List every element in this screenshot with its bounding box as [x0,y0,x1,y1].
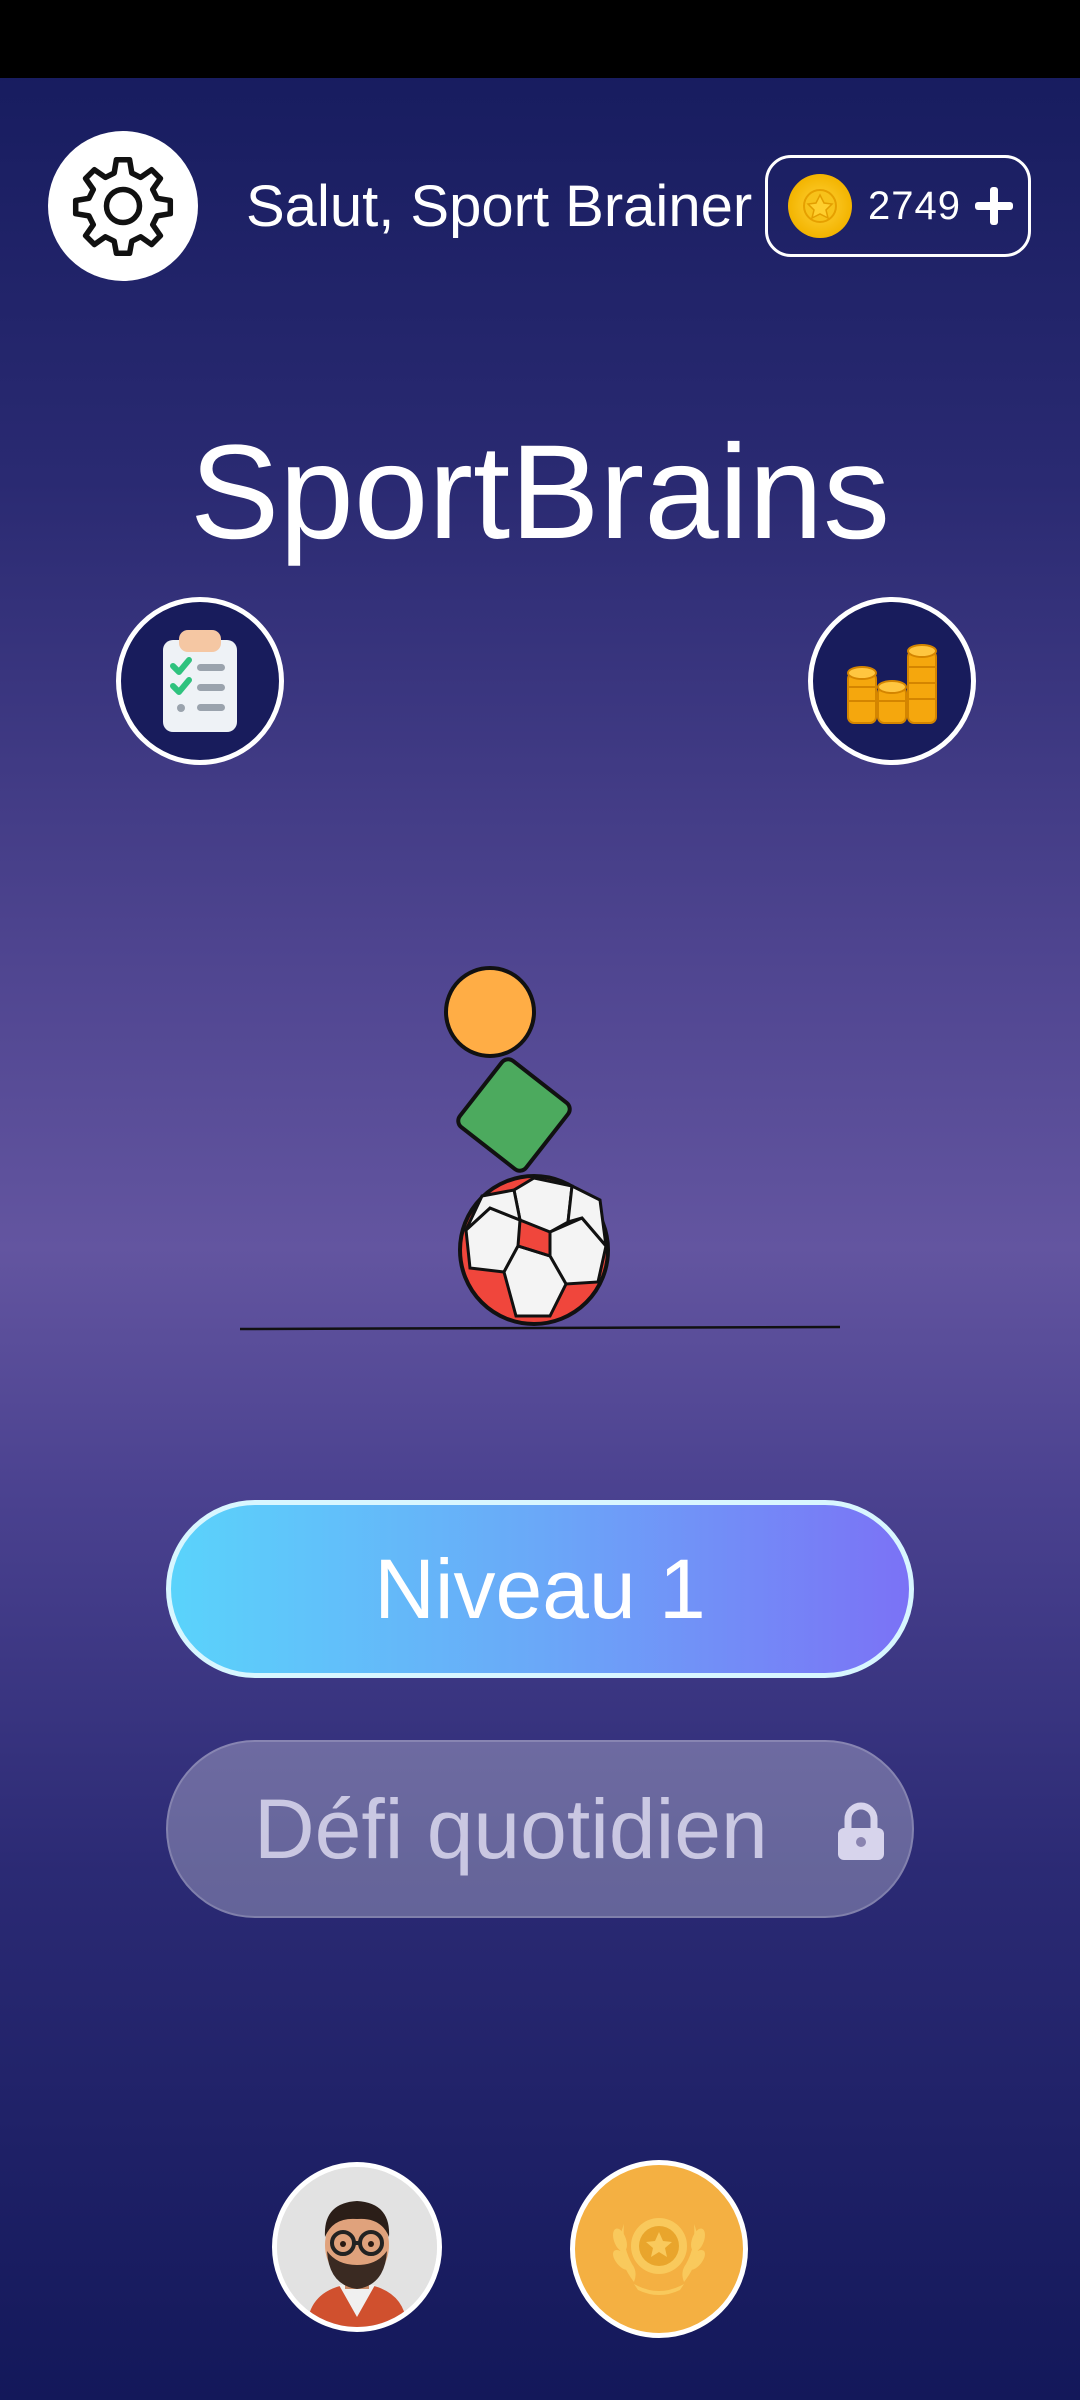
balance-illustration [239,966,841,1331]
tasks-button[interactable] [116,597,284,765]
lock-icon [838,1802,884,1860]
leaderboard-button[interactable] [808,597,976,765]
status-bar [0,0,1080,78]
settings-button[interactable] [48,131,198,281]
ground-line [239,1325,841,1331]
level-button[interactable]: Niveau 1 [166,1500,914,1678]
coin-balance-button[interactable]: 2749 [765,155,1031,257]
avatar [277,2167,437,2327]
laurel-medal-icon [613,2218,705,2295]
coin-stacks-icon [847,644,937,724]
soccer-ball [458,1174,610,1326]
plus-icon[interactable] [974,187,1013,225]
greeting-text: Salut, Sport Brainer [246,174,753,239]
coin-count: 2749 [868,183,961,228]
orange-circle [444,966,536,1058]
gear-icon [72,157,174,257]
coin-icon [788,174,852,238]
profile-avatar-button[interactable] [272,2162,442,2332]
clipboard-checklist-icon [163,630,237,732]
green-square [456,1057,572,1173]
daily-challenge-label: Défi quotidien [254,1781,768,1876]
app-title: SportBrains [189,418,891,567]
achievements-button[interactable] [570,2160,748,2338]
daily-challenge-button[interactable]: Défi quotidien [166,1740,914,1918]
level-button-label: Niveau 1 [374,1541,706,1636]
